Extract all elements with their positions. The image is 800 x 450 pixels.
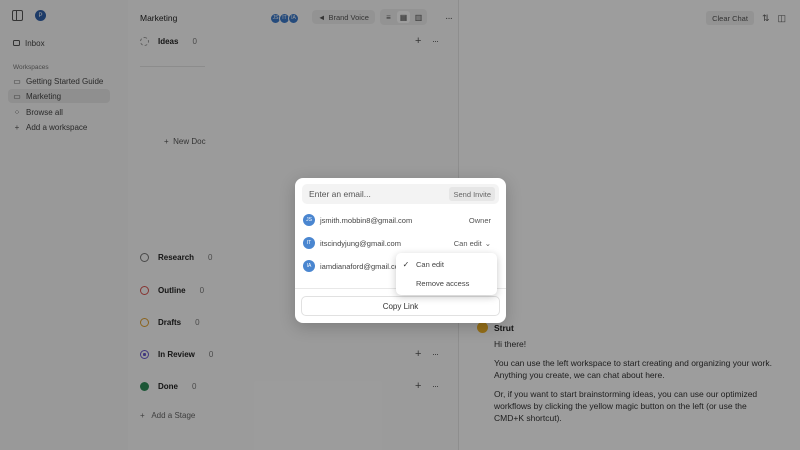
menu-item-can-edit[interactable]: ✓ Can edit xyxy=(396,256,497,272)
role-dropdown-trigger[interactable]: Can edit ⌄ xyxy=(454,239,491,248)
email-input[interactable] xyxy=(302,189,450,199)
check-icon: ✓ xyxy=(402,259,410,269)
role-label: Owner xyxy=(468,215,491,225)
role-label: Can edit xyxy=(453,238,482,248)
share-modal: Send Invite JS jsmith.mobbin8@gmail.com … xyxy=(295,178,506,323)
copy-link-button[interactable]: Copy Link xyxy=(301,296,500,316)
menu-item-label: Can edit xyxy=(416,259,444,269)
send-invite-button[interactable]: Send Invite xyxy=(449,187,495,201)
invite-row: Send Invite xyxy=(302,184,499,204)
avatar: IT xyxy=(303,237,315,249)
member-role: Owner xyxy=(469,216,491,225)
member-row: JS jsmith.mobbin8@gmail.com Owner xyxy=(303,213,499,227)
chevron-down-icon: ⌄ xyxy=(484,238,491,248)
member-row: IT itscindyjung@gmail.com Can edit ⌄ xyxy=(303,236,499,250)
member-email: itscindyjung@gmail.com xyxy=(320,238,401,248)
member-email: iamdianaford@gmail.com xyxy=(320,261,406,271)
role-dropdown-menu: ✓ Can edit Remove access xyxy=(396,253,497,295)
avatar: IA xyxy=(303,260,315,272)
menu-item-label: Remove access xyxy=(416,278,470,288)
menu-item-remove-access[interactable]: Remove access xyxy=(396,275,497,291)
member-email: jsmith.mobbin8@gmail.com xyxy=(320,215,413,225)
avatar: JS xyxy=(303,214,315,226)
